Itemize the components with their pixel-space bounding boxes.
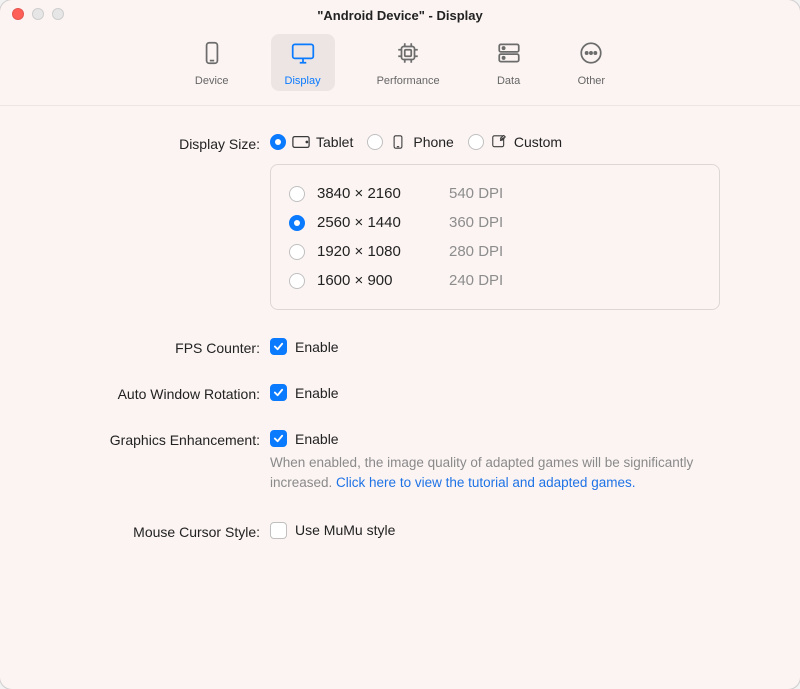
- tablet-label: Tablet: [316, 134, 353, 150]
- window-controls: [12, 8, 64, 20]
- res-3: 1600 × 900: [317, 272, 437, 289]
- server-icon: [496, 40, 522, 71]
- tab-device-label: Device: [195, 75, 229, 87]
- display-size-tablet[interactable]: Tablet: [270, 134, 353, 150]
- tablet-icon: [292, 135, 310, 149]
- dpi-1: 360 DPI: [449, 214, 503, 231]
- tab-other-label: Other: [578, 75, 606, 87]
- resolution-option-2[interactable]: 1920 × 1080 280 DPI: [289, 237, 701, 266]
- display-size-custom[interactable]: Custom: [468, 134, 562, 150]
- resolution-option-3[interactable]: 1600 × 900 240 DPI: [289, 266, 701, 295]
- graphics-checkbox[interactable]: [270, 430, 287, 447]
- content: Display Size: Tablet: [0, 106, 800, 689]
- custom-label: Custom: [514, 134, 562, 150]
- tab-device[interactable]: Device: [181, 34, 243, 91]
- dpi-0: 540 DPI: [449, 185, 503, 202]
- row-graphics: Graphics Enhancement: Enable When enable…: [30, 430, 750, 494]
- cursor-checkbox[interactable]: [270, 522, 287, 539]
- toolbar: Device Display: [0, 30, 800, 106]
- display-icon: [290, 40, 316, 71]
- rotation-label: Auto Window Rotation:: [30, 384, 270, 402]
- dpi-3: 240 DPI: [449, 272, 503, 289]
- minimize-button[interactable]: [32, 8, 44, 20]
- radio-phone[interactable]: [367, 134, 383, 150]
- close-button[interactable]: [12, 8, 24, 20]
- tab-data-label: Data: [497, 75, 520, 87]
- tab-performance-label: Performance: [377, 75, 440, 87]
- row-cursor: Mouse Cursor Style: Use MuMu style: [30, 522, 750, 540]
- radio-res-0[interactable]: [289, 186, 305, 202]
- tab-performance[interactable]: Performance: [363, 34, 454, 91]
- display-size-label: Display Size:: [30, 134, 270, 310]
- radio-res-3[interactable]: [289, 273, 305, 289]
- radio-tablet[interactable]: [270, 134, 286, 150]
- res-1: 2560 × 1440: [317, 214, 437, 231]
- titlebar: "Android Device" - Display: [0, 0, 800, 30]
- ellipsis-icon: [578, 40, 604, 71]
- custom-icon: [490, 135, 508, 149]
- phone-icon: [389, 135, 407, 149]
- row-rotation: Auto Window Rotation: Enable: [30, 384, 750, 402]
- rotation-checkbox[interactable]: [270, 384, 287, 401]
- cursor-option-label: Use MuMu style: [295, 522, 395, 538]
- display-size-options: Tablet Phone: [270, 134, 750, 150]
- settings-window: "Android Device" - Display Device Displa…: [0, 0, 800, 689]
- window-title: "Android Device" - Display: [317, 8, 482, 23]
- fps-enable-label: Enable: [295, 339, 339, 355]
- radio-res-1[interactable]: [289, 215, 305, 231]
- tab-data[interactable]: Data: [482, 34, 536, 91]
- cursor-option[interactable]: Use MuMu style: [270, 522, 750, 539]
- dpi-2: 280 DPI: [449, 243, 503, 260]
- chip-icon: [395, 40, 421, 71]
- rotation-enable[interactable]: Enable: [270, 384, 750, 401]
- fps-checkbox[interactable]: [270, 338, 287, 355]
- resolution-option-1[interactable]: 2560 × 1440 360 DPI: [289, 208, 701, 237]
- zoom-button[interactable]: [52, 8, 64, 20]
- tab-display[interactable]: Display: [271, 34, 335, 91]
- cursor-label: Mouse Cursor Style:: [30, 522, 270, 540]
- graphics-enable-label: Enable: [295, 431, 339, 447]
- row-fps: FPS Counter: Enable: [30, 338, 750, 356]
- graphics-help-link[interactable]: Click here to view the tutorial and adap…: [336, 475, 635, 490]
- rotation-enable-label: Enable: [295, 385, 339, 401]
- row-display-size: Display Size: Tablet: [30, 134, 750, 310]
- graphics-enable[interactable]: Enable: [270, 430, 750, 447]
- resolution-panel: 3840 × 2160 540 DPI 2560 × 1440 360 DPI …: [270, 164, 720, 310]
- radio-res-2[interactable]: [289, 244, 305, 260]
- phone-label: Phone: [413, 134, 453, 150]
- res-2: 1920 × 1080: [317, 243, 437, 260]
- tab-display-label: Display: [285, 75, 321, 87]
- tab-other[interactable]: Other: [564, 34, 620, 91]
- resolution-option-0[interactable]: 3840 × 2160 540 DPI: [289, 179, 701, 208]
- radio-custom[interactable]: [468, 134, 484, 150]
- graphics-help: When enabled, the image quality of adapt…: [270, 453, 700, 494]
- fps-enable[interactable]: Enable: [270, 338, 750, 355]
- device-icon: [199, 40, 225, 71]
- fps-label: FPS Counter:: [30, 338, 270, 356]
- graphics-label: Graphics Enhancement:: [30, 430, 270, 494]
- display-size-phone[interactable]: Phone: [367, 134, 453, 150]
- res-0: 3840 × 2160: [317, 185, 437, 202]
